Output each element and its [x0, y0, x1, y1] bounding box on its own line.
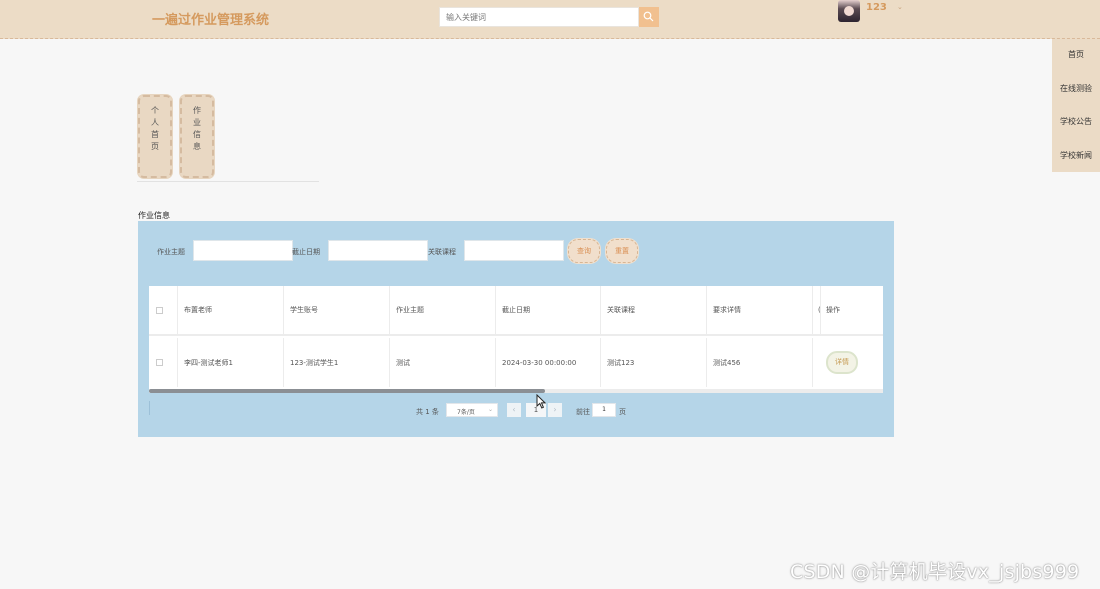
truncated-column-header: (	[818, 306, 821, 314]
cell-student: 123-测试学生1	[284, 338, 390, 387]
topic-filter-label: 作业主题	[157, 248, 185, 256]
page-size-value: 7条/页	[457, 409, 475, 416]
reset-button[interactable]: 重置	[606, 239, 638, 263]
right-nav: 首页 在线测验 学校公告 学校新闻	[1052, 39, 1100, 172]
scrollbar-thumb[interactable]	[149, 389, 545, 393]
username[interactable]: 123	[866, 2, 887, 13]
column-header-teacher[interactable]: 布置老师	[178, 286, 284, 334]
tab-personal-home[interactable]: 个人首页	[138, 95, 172, 178]
column-header-topic[interactable]: 作业主题	[390, 286, 496, 334]
column-header-requirements[interactable]: 要求详情	[707, 286, 813, 334]
select-all-checkbox[interactable]	[156, 306, 163, 314]
column-header-action: 操作	[820, 286, 883, 334]
detail-button[interactable]: 详情	[826, 351, 858, 374]
column-header-student[interactable]: 学生账号	[284, 286, 390, 334]
search-icon	[643, 11, 654, 22]
top-header: 一遍过作业管理系统 输入关键词 123 ⌄	[0, 0, 1100, 39]
search-input[interactable]: 输入关键词	[439, 7, 639, 27]
course-filter-input[interactable]	[464, 240, 564, 261]
topic-filter-input[interactable]	[193, 240, 293, 261]
section-title: 作业信息	[138, 211, 170, 220]
goto-page-input[interactable]: 1	[592, 403, 616, 417]
avatar[interactable]	[838, 0, 860, 22]
app-title[interactable]: 一遍过作业管理系统	[152, 9, 269, 28]
nav-item-school-news[interactable]: 学校新闻	[1052, 150, 1100, 161]
cell-deadline: 2024-03-30 00:00:00	[496, 338, 601, 387]
homework-table: 布置老师 学生账号 作业主题 截止日期 关联课程 要求详情 ( 操作 李四-测试…	[149, 286, 883, 389]
column-header-deadline[interactable]: 截止日期	[496, 286, 601, 334]
course-filter-label: 关联课程	[428, 248, 456, 256]
divider	[149, 401, 150, 415]
nav-item-online-quiz[interactable]: 在线测验	[1052, 83, 1100, 94]
divider	[137, 181, 319, 182]
goto-prefix: 前往	[576, 408, 590, 416]
chevron-down-icon: ⌄	[487, 406, 493, 413]
cell-course: 测试123	[601, 338, 707, 387]
row-checkbox[interactable]	[156, 359, 163, 366]
page-size-select[interactable]: 7条/页 ⌄	[446, 403, 498, 417]
search-button[interactable]	[639, 7, 659, 27]
nav-item-home[interactable]: 首页	[1052, 49, 1100, 60]
table-header-row: 布置老师 学生账号 作业主题 截止日期 关联课程 要求详情 ( 操作	[149, 286, 883, 336]
tab-homework-info[interactable]: 作业信息	[180, 95, 214, 178]
deadline-filter-label: 截止日期	[292, 248, 320, 256]
select-all-cell	[149, 286, 178, 334]
row-select-cell	[149, 338, 178, 387]
horizontal-scrollbar[interactable]	[149, 389, 883, 393]
next-page-button[interactable]: ›	[548, 403, 562, 417]
query-button[interactable]: 查询	[568, 239, 600, 263]
pagination-total: 共 1 条	[416, 408, 439, 416]
cell-requirements: 测试456	[707, 338, 813, 387]
tab-label: 个人首页	[151, 106, 159, 151]
deadline-filter-input[interactable]	[328, 240, 428, 261]
table-row: 李四-测试老师1 123-测试学生1 测试 2024-03-30 00:00:0…	[149, 338, 883, 387]
tab-label: 作业信息	[193, 106, 201, 151]
cell-topic: 测试	[390, 338, 496, 387]
watermark: CSDN @计算机毕设vx_jsjbs999	[790, 561, 1080, 583]
cell-teacher: 李四-测试老师1	[178, 338, 284, 387]
mouse-cursor-icon	[536, 394, 546, 409]
column-header-course[interactable]: 关联课程	[601, 286, 707, 334]
prev-page-button[interactable]: ‹	[507, 403, 521, 417]
chevron-down-icon[interactable]: ⌄	[897, 3, 903, 11]
goto-suffix: 页	[619, 408, 626, 416]
nav-item-school-notice[interactable]: 学校公告	[1052, 116, 1100, 127]
homework-panel: 作业主题 截止日期 关联课程 查询 重置 布置老师 学生账号 作业主题 截止日期…	[138, 221, 894, 437]
